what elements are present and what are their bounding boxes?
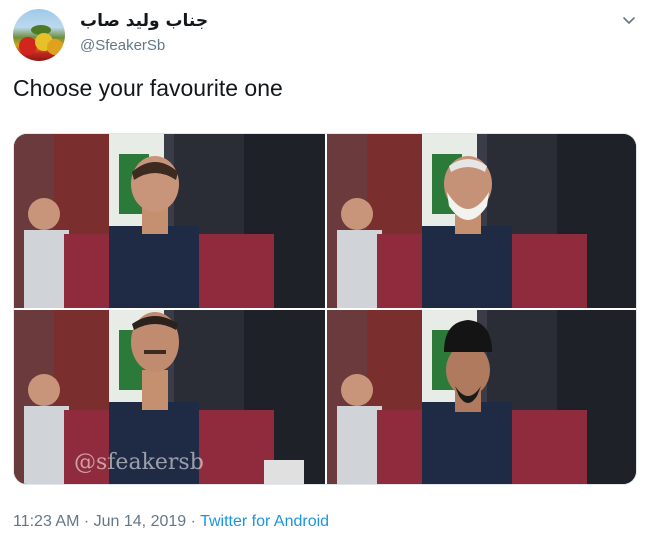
photo-watermark: @sfeakersb	[74, 450, 204, 475]
author-avatar[interactable]	[13, 9, 65, 61]
tweet-date[interactable]: Jun 14, 2019	[94, 513, 187, 530]
tweet-photo-3[interactable]: @sfeakersb	[14, 310, 325, 484]
tweet-photo-4[interactable]	[327, 310, 636, 484]
meta-separator: ·	[79, 513, 94, 530]
tweet-photo-1[interactable]	[14, 134, 325, 308]
tweet-photo-2[interactable]	[327, 134, 636, 308]
tweet-text: Choose your favourite one	[13, 75, 283, 101]
tweet-timestamp[interactable]: 11:23 AM	[13, 513, 79, 530]
tweet-source-link[interactable]: Twitter for Android	[200, 513, 329, 530]
tweet-meta: 11:23 AM · Jun 14, 2019 · Twitter for An…	[13, 513, 329, 531]
author-handle[interactable]: @SfeakerSb	[80, 37, 165, 54]
media-grid: @sfeakersb	[13, 133, 637, 485]
author-display-name[interactable]: جناب ولید صاب	[80, 11, 208, 31]
meta-separator: ·	[186, 513, 201, 530]
chevron-down-icon[interactable]	[620, 12, 638, 30]
avatar-fruit	[47, 39, 63, 55]
